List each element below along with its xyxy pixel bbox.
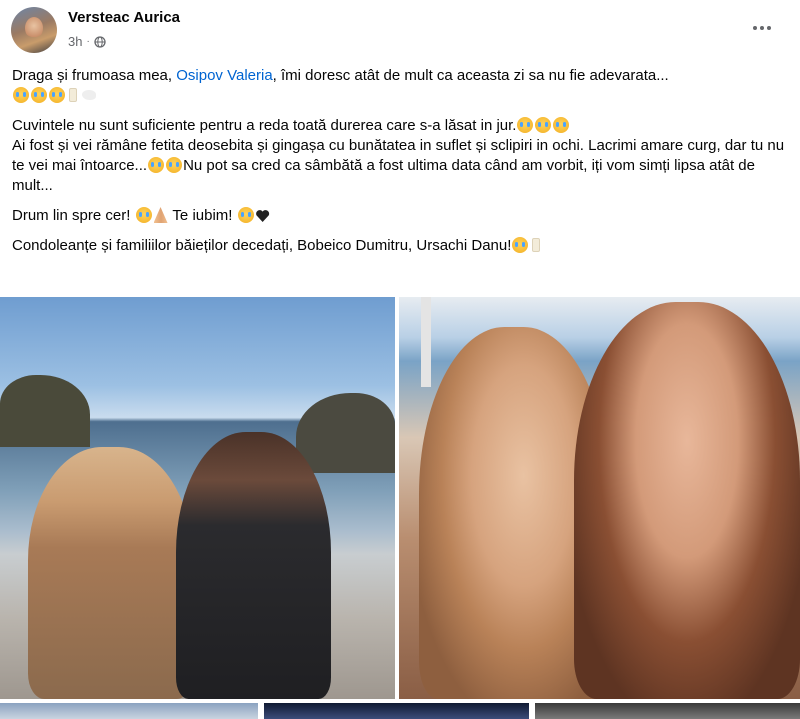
p1-text: Draga și frumoasa mea, [12, 67, 177, 84]
praying-hands-emoji [153, 207, 168, 223]
p1-rest: , îmi doresc atât de mult ca aceasta zi … [272, 67, 669, 84]
candle-emoji [69, 88, 77, 102]
meta-separator: · [86, 36, 90, 47]
crying-face-emoji [553, 117, 570, 133]
crying-face-emoji [135, 207, 152, 223]
rock-left [0, 375, 90, 447]
rock-right [296, 393, 395, 473]
crying-face-emoji [517, 117, 534, 133]
more-options-icon[interactable] [750, 18, 774, 38]
crying-face-emoji [166, 157, 183, 173]
person-right [176, 432, 331, 699]
p2-line1: Cuvintele nu sunt suficiente pentru a re… [12, 117, 517, 134]
photo-beach[interactable] [0, 297, 395, 699]
crying-face-emoji [237, 207, 254, 223]
crying-face-emoji [535, 117, 552, 133]
author-name[interactable]: Versteac Aurica [68, 9, 180, 26]
paragraph-4: Condoleanțe și familiilor băieților dece… [12, 236, 788, 256]
person-left [28, 447, 193, 699]
crying-face-emoji [148, 157, 165, 173]
paragraph-3: Drum lin spre cer! Te iubim! [12, 206, 788, 226]
candle-emoji [532, 238, 541, 252]
paragraph-1: Draga și frumoasa mea, Osipov Valeria, î… [12, 66, 788, 106]
post-time[interactable]: 3h [68, 34, 82, 49]
paragraph-2: Cuvintele nu sunt suficiente pentru a re… [12, 116, 788, 196]
umbrella-pole [421, 297, 431, 387]
crying-face-emoji [13, 87, 29, 103]
p3-text-a: Drum lin spre cer! [12, 207, 135, 224]
globe-icon [94, 35, 106, 48]
crying-face-emoji [512, 237, 529, 253]
photo-thumbnail-3[interactable] [535, 703, 800, 719]
person-right [574, 302, 800, 699]
black-heart-emoji [256, 209, 270, 222]
crying-face-emoji [31, 87, 47, 103]
photo-thumbnail-1[interactable] [0, 703, 258, 719]
dove-emoji [82, 90, 96, 100]
post-body: Draga și frumoasa mea, Osipov Valeria, î… [12, 66, 788, 266]
photo-thumbnail-2[interactable] [264, 703, 529, 719]
crying-face-emoji [49, 87, 65, 103]
p3-text-b: Te iubim! [168, 207, 237, 224]
post-meta: 3h · [68, 34, 106, 49]
mention-link[interactable]: Osipov Valeria [176, 67, 272, 84]
post-header: Versteac Aurica 3h · [0, 0, 800, 62]
author-avatar[interactable] [11, 7, 57, 53]
p4-text: Condoleanțe și familiilor băieților dece… [12, 237, 512, 254]
photo-selfie[interactable] [399, 297, 800, 699]
